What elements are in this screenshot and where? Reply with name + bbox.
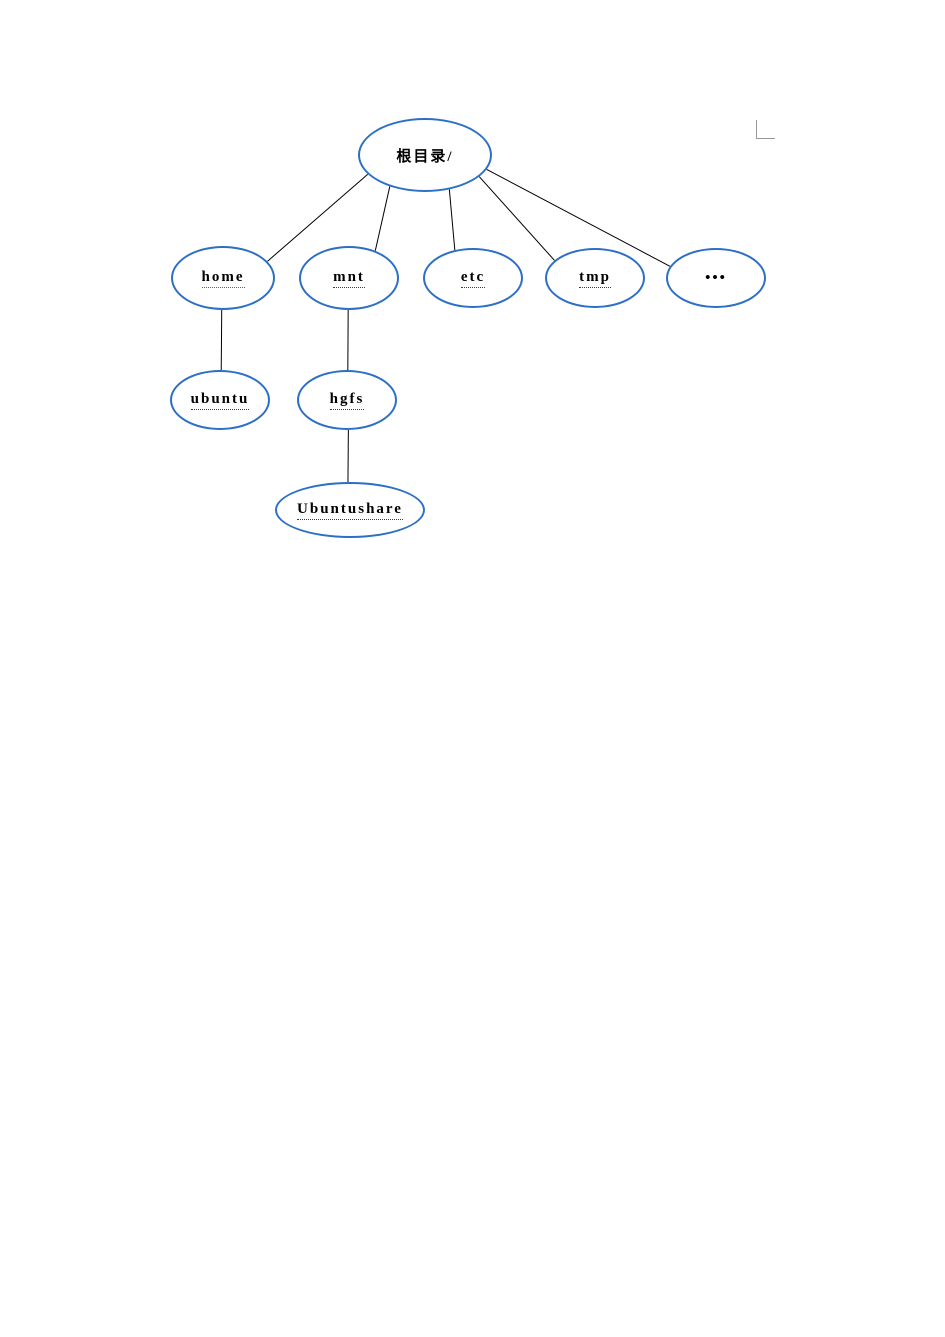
node-mnt-label: mnt (333, 269, 365, 288)
node-hgfs: hgfs (297, 370, 397, 430)
node-root-label: 根目录/ (396, 145, 453, 166)
node-etc: etc (423, 248, 523, 308)
node-ubuntushare-label: Ubuntushare (297, 501, 403, 520)
node-mnt: mnt (299, 246, 399, 310)
node-hgfs-label: hgfs (330, 391, 365, 410)
node-tmp: tmp (545, 248, 645, 308)
page-corner-mark (756, 120, 775, 139)
node-tmp-label: tmp (579, 269, 611, 288)
node-more-label: ••• (705, 270, 727, 287)
node-home-label: home (202, 269, 245, 288)
node-home: home (171, 246, 275, 310)
node-ubuntu: ubuntu (170, 370, 270, 430)
node-root: 根目录/ (358, 118, 492, 192)
node-more: ••• (666, 248, 766, 308)
node-etc-label: etc (461, 269, 485, 288)
connector-layer (0, 0, 945, 1337)
node-ubuntu-label: ubuntu (191, 391, 250, 410)
node-ubuntushare: Ubuntushare (275, 482, 425, 538)
